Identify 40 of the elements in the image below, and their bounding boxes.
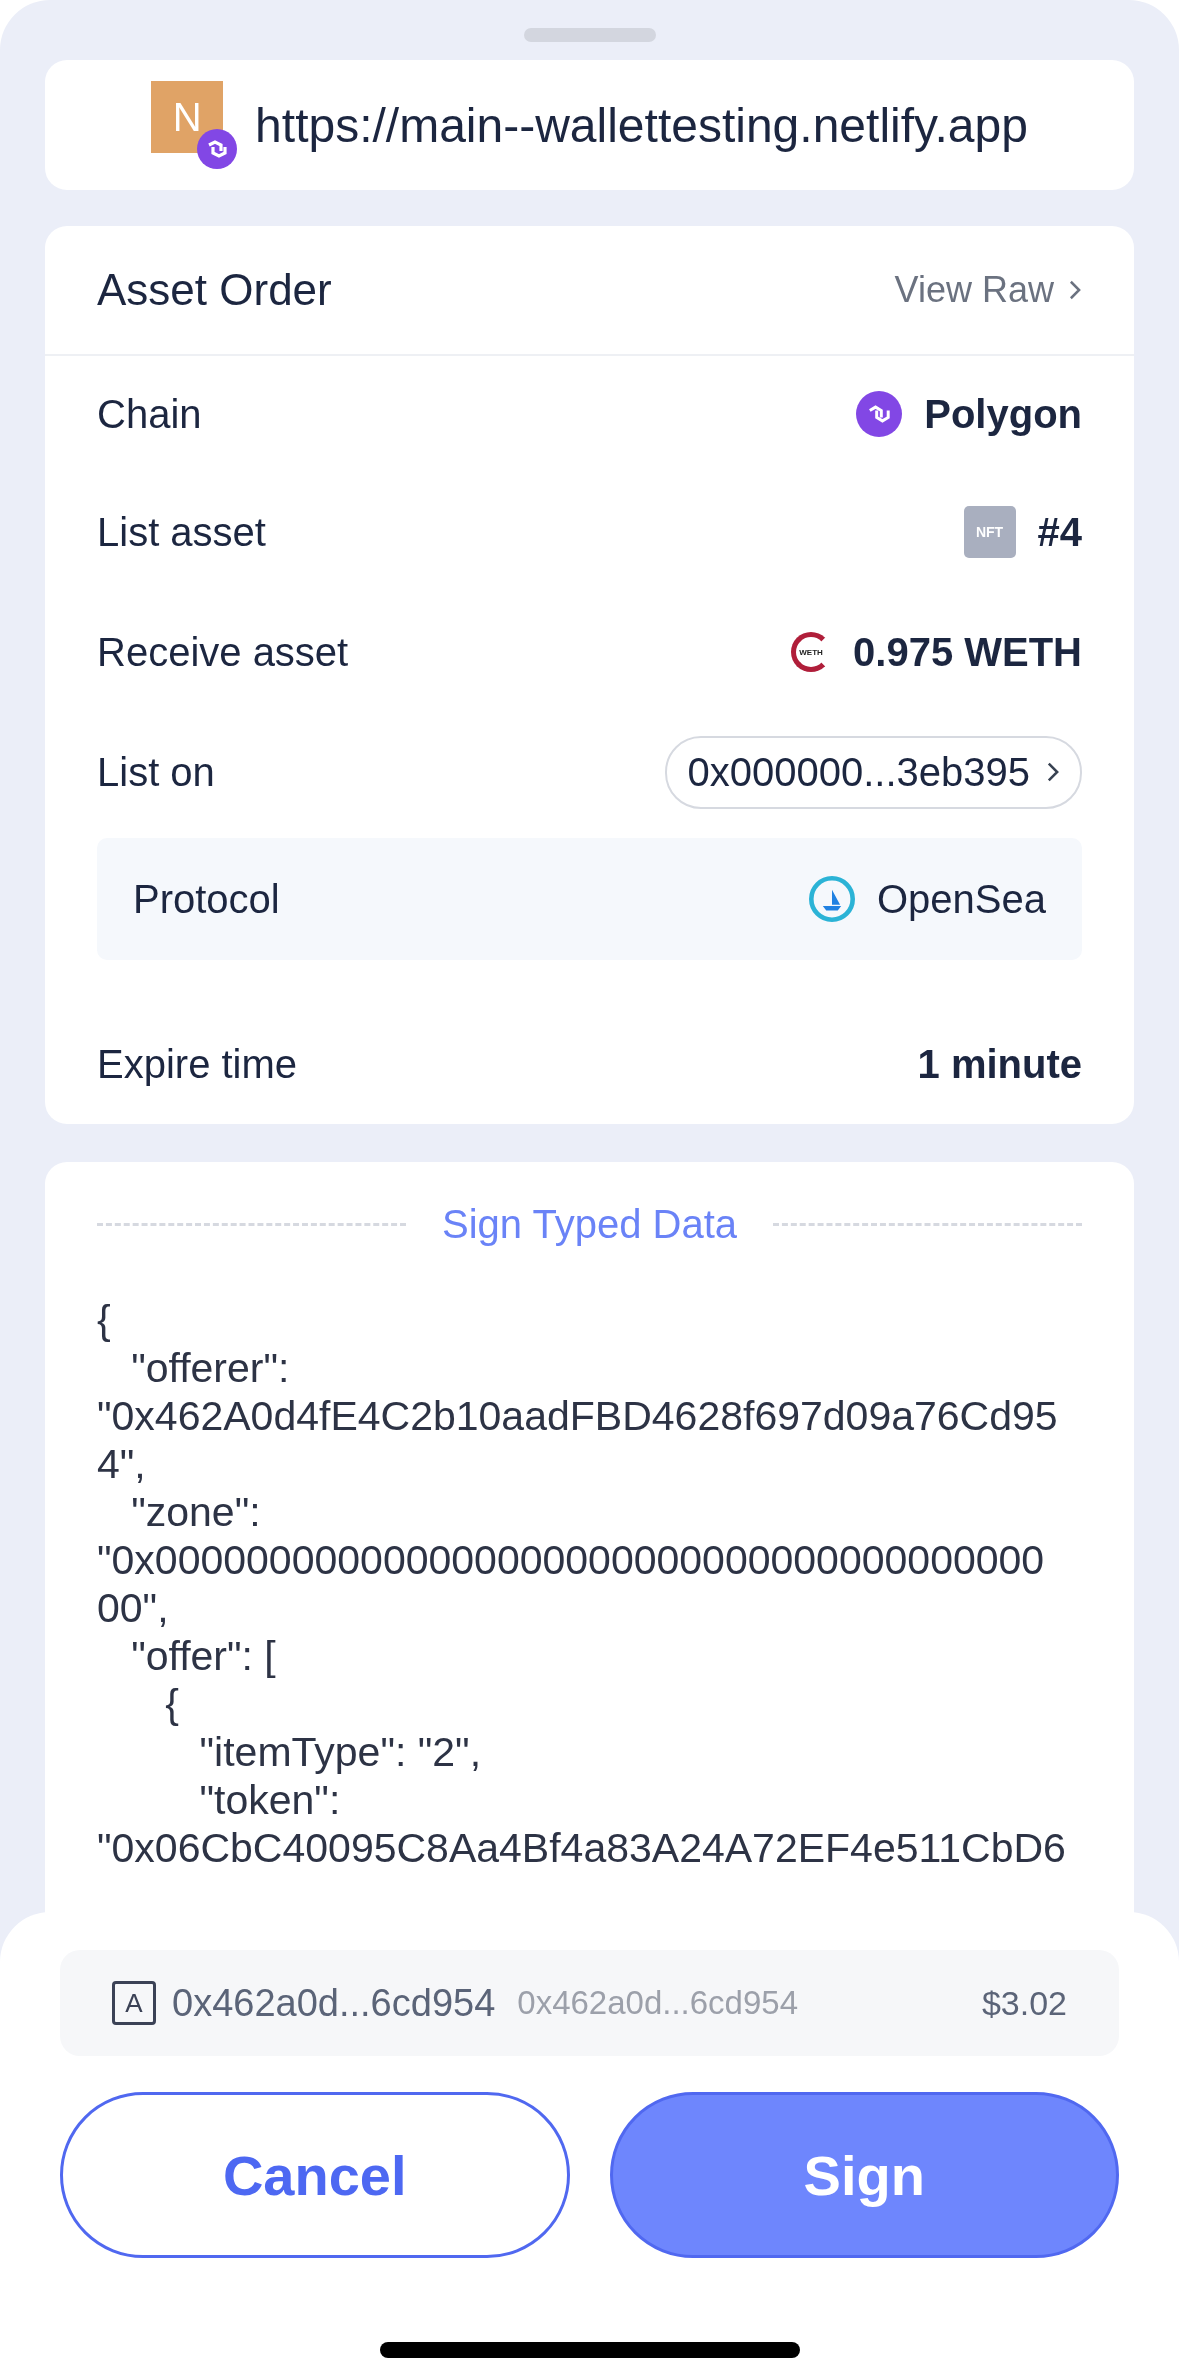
row-value: 1 minute: [917, 1041, 1082, 1087]
cancel-button[interactable]: Cancel: [60, 2092, 570, 2258]
account-address: 0x462a0d...6cd954: [172, 1981, 496, 2025]
view-raw-link[interactable]: View Raw: [894, 269, 1082, 311]
ship-logo-icon: [808, 876, 855, 922]
row-label: Expire time: [97, 1041, 298, 1087]
code-line: "0x462A0d4fE4C2b10aadFBD4628f697d09a76Cd95: [97, 1392, 1059, 1440]
row-label: Protocol: [133, 876, 280, 922]
code-line: {: [164, 1680, 181, 1728]
chevron-right-icon: [1046, 760, 1060, 784]
code-line: {: [97, 1296, 112, 1344]
code-line: "token":: [198, 1776, 342, 1824]
row-value: Polygon: [924, 391, 1082, 437]
site-url: https://main--wallettesting.netlify.app: [255, 97, 1028, 153]
chevron-right-icon: [1068, 279, 1082, 301]
code-line: 00",: [97, 1584, 170, 1632]
row-label: List on: [97, 749, 215, 795]
row-value: #4: [1037, 509, 1082, 555]
code-line: "itemType": "2",: [198, 1728, 483, 1776]
row-label: Chain: [97, 391, 202, 437]
card-title: Asset Order: [97, 265, 332, 315]
code-line: "offer": [: [130, 1632, 277, 1680]
row-label: List asset: [97, 509, 266, 555]
code-line: 4",: [97, 1440, 147, 1488]
code-line: "0x06CbC40095C8Aa4Bf4a83A24A72EF4e511CbD6: [97, 1824, 1067, 1872]
row-value: 0.975 WETH: [853, 629, 1082, 675]
section-title: Sign Typed Data: [442, 1201, 737, 1247]
account-balance: $3.02: [981, 1983, 1067, 2023]
drag-handle[interactable]: [523, 28, 656, 42]
account-badge: A: [112, 1981, 156, 2025]
row-value: OpenSea: [876, 876, 1046, 922]
code-line: "0x000000000000000000000000000000000000000: [97, 1536, 1046, 1584]
chain-logo-icon: [856, 391, 903, 437]
sign-button[interactable]: Sign: [609, 2092, 1119, 2258]
account-alias: 0x462a0d...6cd954: [517, 1984, 799, 2022]
code-line: "offerer":: [130, 1344, 291, 1392]
row-label: Receive asset: [97, 629, 349, 675]
nft-badge: NFT: [963, 506, 1016, 558]
code-line: "zone":: [130, 1488, 262, 1536]
address-pill[interactable]: 0x000000...3eb395: [665, 735, 1082, 809]
